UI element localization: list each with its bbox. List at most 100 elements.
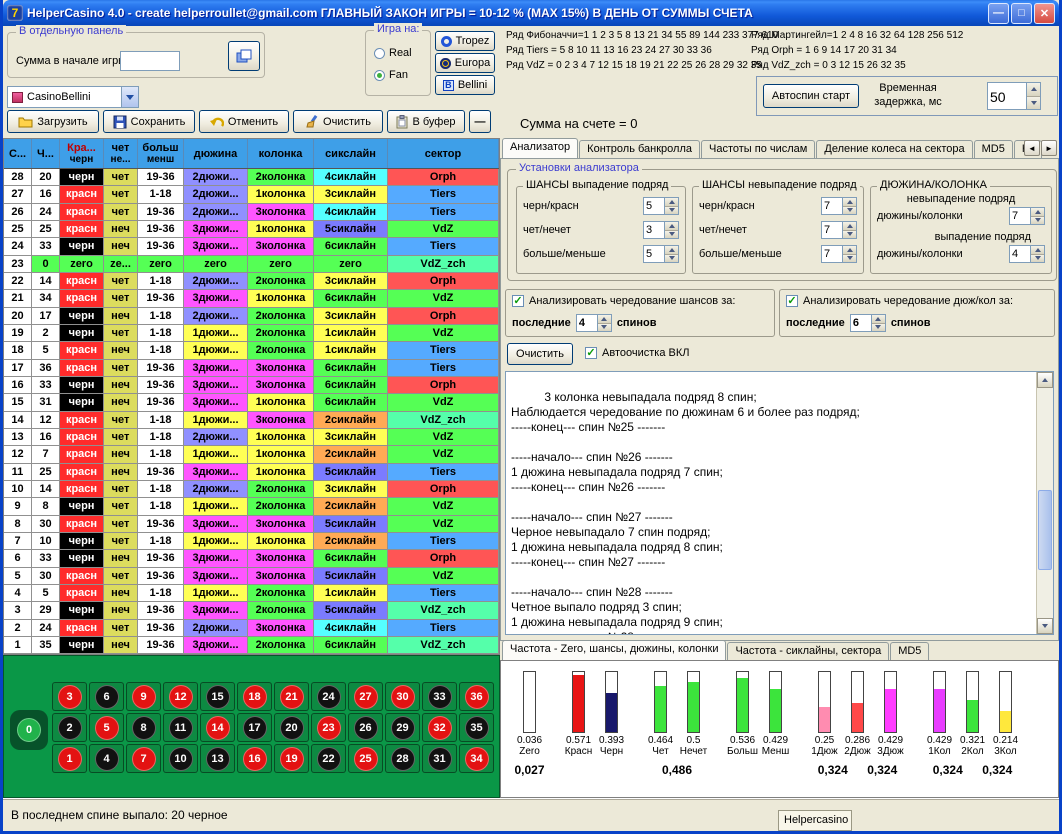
alt-dozens-checkbox[interactable]: ✓ Анализировать чередование дюж/кол за: [786, 295, 1013, 307]
high-low-appear-spinner[interactable]: 5 [643, 245, 679, 263]
number-22[interactable]: 22 [317, 747, 341, 771]
number-1[interactable]: 1 [58, 747, 82, 771]
number-0[interactable]: 0 [17, 718, 41, 742]
number-5[interactable]: 5 [95, 716, 119, 740]
spin-down[interactable] [843, 255, 856, 263]
number-31[interactable]: 31 [428, 747, 452, 771]
casino-europa-button[interactable]: Europa [435, 53, 495, 73]
alt-chances-checkbox[interactable]: ✓ Анализировать чередование шансов за: [512, 295, 735, 307]
number-28[interactable]: 28 [391, 747, 415, 771]
spin-row[interactable]: 1412краснчет1-181дюжи...3колонка2сиклайн… [4, 412, 499, 429]
spin-up[interactable] [665, 222, 678, 231]
number-12[interactable]: 12 [169, 685, 193, 709]
casino-tropez-button[interactable]: Tropez [435, 31, 495, 51]
tab-2[interactable]: Контроль банкролла [579, 140, 700, 158]
spin-row[interactable]: 2820чернчет19-362дюжи...2колонка4сиклайн… [4, 169, 499, 186]
dozen-absent-spinner[interactable]: 7 [1009, 207, 1045, 225]
black-red-absent-spinner[interactable]: 7 [821, 197, 857, 215]
spin-down[interactable] [665, 231, 678, 239]
number-26[interactable]: 26 [354, 716, 378, 740]
casino-select[interactable]: CasinoBellini [7, 86, 139, 108]
spin-row[interactable]: 192чернчет1-181дюжи...2колонка1сиклайнVd… [4, 325, 499, 342]
spin-row[interactable]: 98чернчет1-181дюжи...2колонка2сиклайнVdZ [4, 498, 499, 515]
close-button[interactable]: ✕ [1034, 3, 1055, 24]
number-33[interactable]: 33 [428, 685, 452, 709]
autoclear-checkbox[interactable]: ✓ Автоочистка ВКЛ [585, 347, 689, 359]
spin-row[interactable]: 127красннеч1-181дюжи...1колонка2сиклайнV… [4, 446, 499, 463]
spin-row[interactable]: 230zeroze...zerozerozerozeroVdZ_zch [4, 256, 499, 273]
number-20[interactable]: 20 [280, 716, 304, 740]
spin-down[interactable] [843, 207, 856, 215]
chart-tab-1[interactable]: Частота - Zero, шансы, дюжины, колонки [502, 640, 726, 660]
spin-row[interactable]: 1125красннеч19-363дюжи...1колонка5сиклай… [4, 464, 499, 481]
load-button[interactable]: Загрузить [7, 110, 99, 133]
number-32[interactable]: 32 [428, 716, 452, 740]
spin-down[interactable] [665, 207, 678, 215]
spin-down[interactable] [872, 324, 885, 332]
spin-up[interactable] [872, 315, 885, 324]
dozen-appear-spinner[interactable]: 4 [1009, 245, 1045, 263]
number-2[interactable]: 2 [58, 716, 82, 740]
spin-up[interactable] [843, 198, 856, 207]
spin-row[interactable]: 45красннеч1-181дюжи...2колонка1сиклайнTi… [4, 585, 499, 602]
number-25[interactable]: 25 [354, 747, 378, 771]
undo-button[interactable]: Отменить [199, 110, 289, 133]
number-23[interactable]: 23 [317, 716, 341, 740]
spin-row[interactable]: 2716краснчет1-182дюжи...1колонка3сиклайн… [4, 186, 499, 203]
number-7[interactable]: 7 [132, 747, 156, 771]
spin-up[interactable] [1031, 246, 1044, 255]
spin-up[interactable] [665, 198, 678, 207]
spin-row[interactable]: 224краснчет19-362дюжи...3колонка4сиклайн… [4, 620, 499, 637]
spin-up[interactable] [843, 222, 856, 231]
tabs-scroll-right-icon[interactable]: ► [1041, 140, 1057, 156]
number-34[interactable]: 34 [465, 747, 489, 771]
number-16[interactable]: 16 [243, 747, 267, 771]
spin-up[interactable] [598, 315, 611, 324]
delay-spin-up[interactable] [1027, 83, 1040, 97]
analyzer-log[interactable]: 3 колонка невыпадала подряд 8 спин; Набл… [505, 371, 1054, 635]
number-15[interactable]: 15 [206, 685, 230, 709]
number-10[interactable]: 10 [169, 747, 193, 771]
combo-dropdown-button[interactable] [121, 87, 138, 107]
chart-tab-2[interactable]: Частота - сиклайны, сектора [727, 642, 889, 660]
chart-tab-3[interactable]: MD5 [890, 642, 929, 660]
delay-spin-down[interactable] [1027, 97, 1040, 110]
spin-row[interactable]: 1014краснчет1-182дюжи...2колонка3сиклайн… [4, 481, 499, 498]
detach-panel-button[interactable] [228, 41, 260, 71]
spin-down[interactable] [665, 255, 678, 263]
spin-down[interactable] [1031, 255, 1044, 263]
number-36[interactable]: 36 [465, 685, 489, 709]
spin-row[interactable]: 633черннеч19-363дюжи...3колонка6сиклайнO… [4, 550, 499, 567]
delay-spinner[interactable]: 50 [987, 82, 1041, 110]
clear-log-button[interactable]: Очистить [507, 343, 573, 365]
tab-5[interactable]: MD5 [974, 140, 1013, 158]
casino-bellini-button[interactable]: B Bellini [435, 75, 495, 95]
spin-down[interactable] [598, 324, 611, 332]
spin-row[interactable]: 1736краснчет19-363дюжи...3колонка6сиклай… [4, 360, 499, 377]
spin-row[interactable]: 1316краснчет1-182дюжи...1колонка3сиклайн… [4, 429, 499, 446]
number-30[interactable]: 30 [391, 685, 415, 709]
alt-chances-spinner[interactable]: 4 [576, 314, 612, 332]
high-low-absent-spinner[interactable]: 7 [821, 245, 857, 263]
spin-up[interactable] [665, 246, 678, 255]
copy-buffer-button[interactable]: В буфер [387, 110, 465, 133]
tab-4[interactable]: Деление колеса на сектора [816, 140, 972, 158]
number-35[interactable]: 35 [465, 716, 489, 740]
number-27[interactable]: 27 [354, 685, 378, 709]
maximize-button[interactable]: □ [1011, 3, 1032, 24]
scroll-thumb[interactable] [1038, 490, 1052, 570]
spin-down[interactable] [1031, 217, 1044, 225]
spin-up[interactable] [843, 246, 856, 255]
number-19[interactable]: 19 [280, 747, 304, 771]
spin-row[interactable]: 2214краснчет1-182дюжи...2колонка3сиклайн… [4, 273, 499, 290]
spin-row[interactable]: 185красннеч1-181дюжи...2колонка1сиклайнT… [4, 342, 499, 359]
collapse-button[interactable]: — [469, 110, 491, 133]
even-odd-absent-spinner[interactable]: 7 [821, 221, 857, 239]
scroll-up-icon[interactable] [1037, 372, 1053, 388]
spin-row[interactable]: 329черннеч19-363дюжи...2колонка5сиклайнV… [4, 602, 499, 619]
number-13[interactable]: 13 [206, 747, 230, 771]
autospin-start-button[interactable]: Автоспин старт [763, 84, 859, 108]
spin-row[interactable]: 2017черннеч1-182дюжи...2колонка3сиклайнO… [4, 308, 499, 325]
spin-row[interactable]: 2624краснчет19-362дюжи...3колонка4сиклай… [4, 204, 499, 221]
spin-row[interactable]: 1633черннеч19-363дюжи...3колонка6сиклайн… [4, 377, 499, 394]
